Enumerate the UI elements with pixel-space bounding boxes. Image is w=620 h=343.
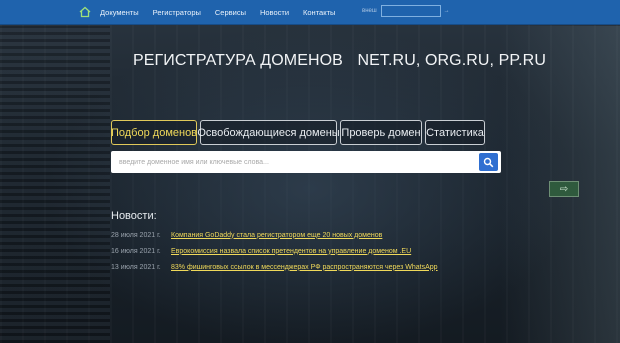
tab-check-domain[interactable]: Проверь домен [340, 120, 422, 145]
page-title: РЕГИСТРАТУРА ДОМЕНОВ NET.RU, ORG.RU, PP.… [133, 52, 546, 70]
site-search: внеш → [362, 5, 450, 17]
news-item: 28 июля 2021 г. Компания GoDaddy стала р… [111, 227, 438, 243]
site-search-input[interactable] [380, 5, 441, 17]
news-link[interactable]: 83% фишинговых ссылок в мессенджерах РФ … [171, 264, 438, 271]
news-item: 16 июля 2021 г. Еврокомиссия назвала спи… [111, 243, 438, 259]
tab-domain-selection[interactable]: Подбор доменов [111, 120, 197, 145]
top-navbar: Документы Регистраторы Сервисы Новости К… [0, 0, 620, 25]
domain-search-button[interactable] [479, 153, 498, 171]
news-date: 28 июля 2021 г. [111, 231, 161, 239]
server-rack-left [0, 26, 110, 343]
exit-sign: ⇨ [549, 181, 579, 197]
nav-item-news[interactable]: Новости [260, 8, 289, 17]
news-date: 16 июля 2021 г. [111, 247, 161, 255]
news-heading: Новости: [111, 210, 157, 222]
search-icon [483, 157, 494, 167]
news-item: 13 июля 2021 г. 83% фишинговых ссылок в … [111, 259, 438, 275]
page-title-zones: NET.RU, ORG.RU, PP.RU [357, 52, 546, 69]
tab-statistics[interactable]: Статистика [425, 120, 485, 145]
nav-item-registrars[interactable]: Регистраторы [153, 8, 201, 17]
nav-item-contacts[interactable]: Контакты [303, 8, 335, 17]
site-search-go[interactable]: → [444, 8, 450, 14]
domain-search-bar [111, 151, 501, 173]
tab-expiring-domains[interactable]: Освобождающиеся домены [197, 120, 340, 145]
news-list: 28 июля 2021 г. Компания GoDaddy стала р… [111, 227, 438, 275]
site-search-label: внеш [362, 8, 377, 14]
domain-search-input[interactable] [119, 151, 469, 173]
page-title-text: РЕГИСТРАТУРА ДОМЕНОВ [133, 52, 343, 69]
news-link[interactable]: Компания GoDaddy стала регистратором еще… [171, 232, 382, 239]
home-icon[interactable] [78, 5, 92, 19]
news-date: 13 июля 2021 г. [111, 263, 161, 271]
news-link[interactable]: Еврокомиссия назвала список претендентов… [171, 248, 411, 255]
nav-item-services[interactable]: Сервисы [215, 8, 246, 17]
nav-menu: Документы Регистраторы Сервисы Новости К… [78, 0, 349, 24]
nav-item-documents[interactable]: Документы [100, 8, 139, 17]
service-tabs: Подбор доменов Освобождающиеся домены Пр… [111, 120, 488, 145]
